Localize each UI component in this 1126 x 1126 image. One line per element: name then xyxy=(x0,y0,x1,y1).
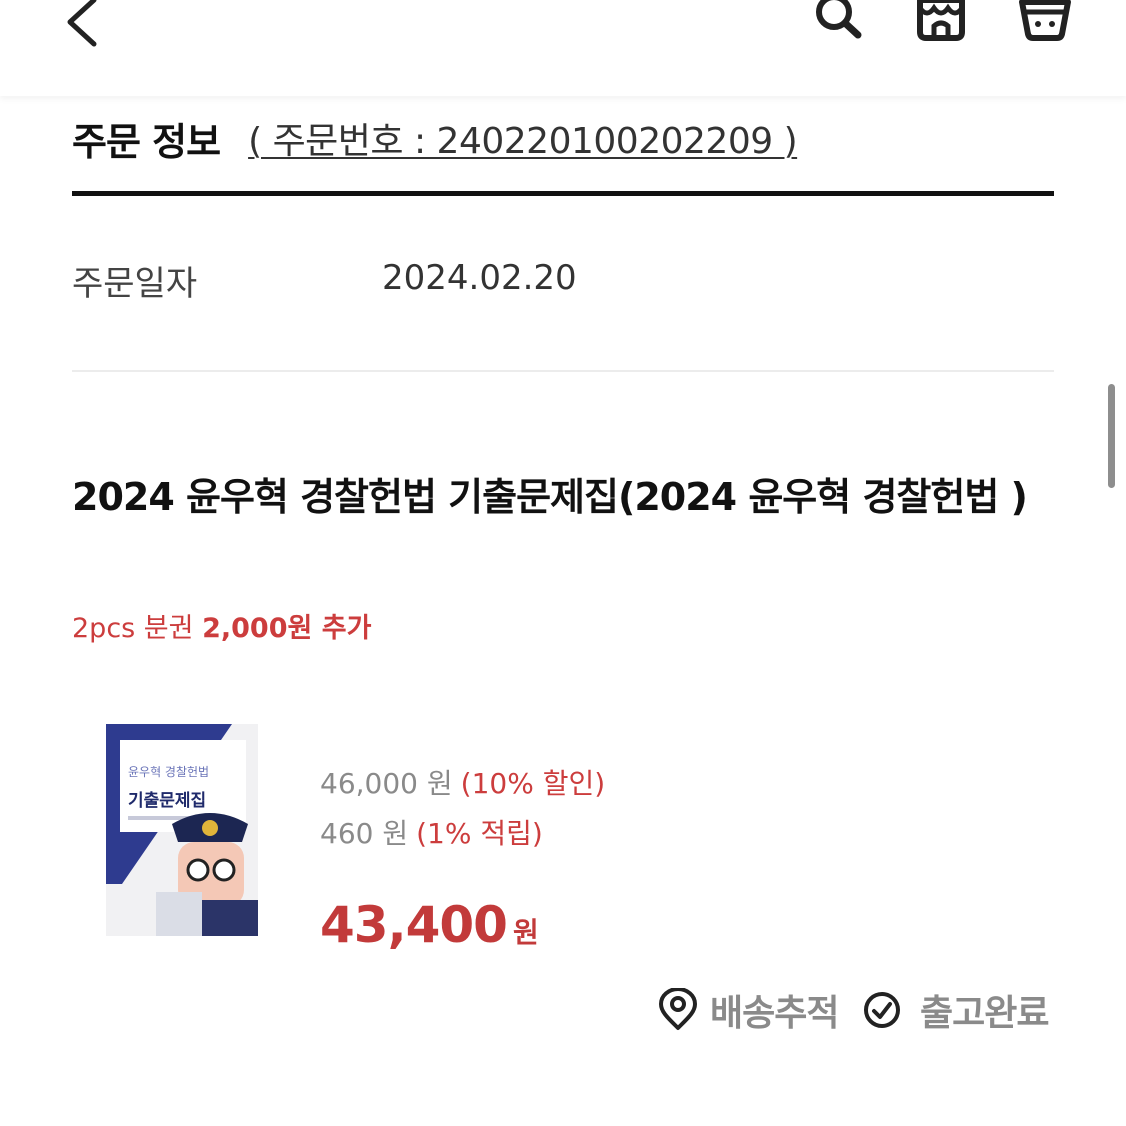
points-amount: 460 원 xyxy=(320,817,409,850)
order-date-label: 주문일자 xyxy=(72,264,198,304)
final-price-unit: 원 xyxy=(512,916,539,949)
scrollbar-thumb[interactable] xyxy=(1108,384,1115,488)
cart-icon[interactable] xyxy=(1016,0,1074,44)
store-icon[interactable] xyxy=(912,0,970,44)
order-date-value: 2024.02.20 xyxy=(382,258,577,298)
order-number-link[interactable]: ( 주문번호 : 240220100202209 ) xyxy=(248,112,798,164)
header-divider xyxy=(72,191,1054,196)
search-icon[interactable] xyxy=(808,0,866,44)
shipping-status: 출고완료 xyxy=(862,984,1049,1036)
product-thumbnail[interactable]: 윤우혁 경찰헌법 기출문제집 xyxy=(106,724,258,936)
discount-note: (10% 할인) xyxy=(460,767,606,800)
points-row: 460 원 (1% 적립) xyxy=(320,812,543,852)
original-price-row: 46,000 원 (10% 할인) xyxy=(320,762,605,802)
section-title: 주문 정보 xyxy=(72,119,221,164)
final-price-amount: 43,400 xyxy=(320,896,508,954)
original-price: 46,000 원 xyxy=(320,767,453,800)
back-icon[interactable] xyxy=(58,0,106,50)
top-app-bar xyxy=(0,0,1126,96)
cover-title: 기출문제집 xyxy=(128,791,206,811)
status-label: 출고완료 xyxy=(920,993,1049,1034)
option-extra-cost: 2,000원 추가 xyxy=(202,613,372,644)
check-circle-icon xyxy=(864,992,900,1028)
product-name[interactable]: 2024 윤우혁 경찰헌법 기출문제집(2024 윤우혁 경찰헌법 ) xyxy=(72,464,1057,530)
points-note: (1% 적립) xyxy=(416,817,543,850)
tracking-label: 배송추적 xyxy=(710,993,839,1034)
tracking-button[interactable]: 배송추적 xyxy=(658,984,839,1036)
option-text: 2pcs 분권 xyxy=(72,613,194,644)
product-option: 2pcs 분권 2,000원 추가 xyxy=(72,606,371,645)
section-divider xyxy=(72,370,1054,372)
final-price: 43,400 원 xyxy=(320,896,539,954)
order-info-header: 주문 정보 ( 주문번호 : 240220100202209 ) xyxy=(72,106,798,170)
location-pin-icon xyxy=(659,988,697,1030)
cover-subtitle: 윤우혁 경찰헌법 xyxy=(128,765,209,779)
